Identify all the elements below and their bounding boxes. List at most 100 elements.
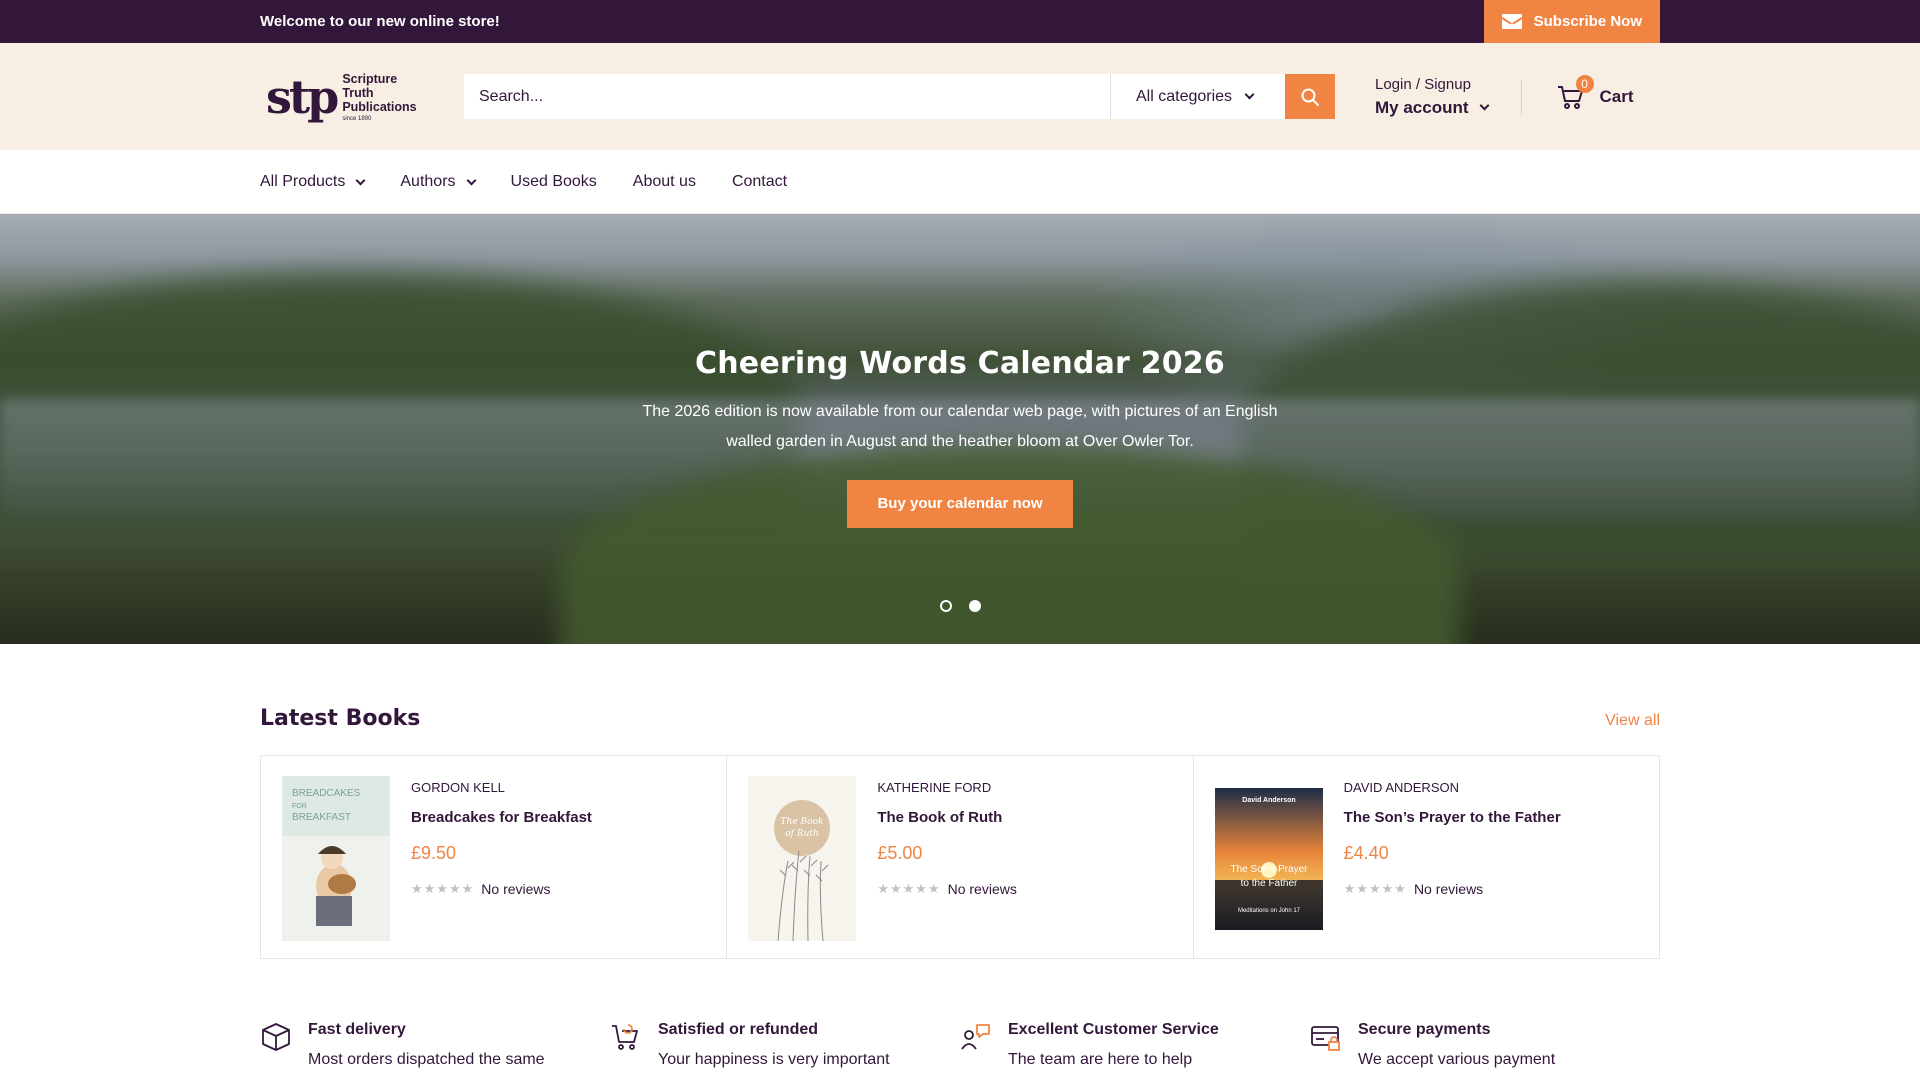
feature-content: Excellent Customer Service The team are …: [1008, 1021, 1219, 1069]
product-info: DAVID ANDERSON The Son’s Prayer to the F…: [1344, 776, 1561, 938]
star-rating-icon: ★★★★★: [877, 881, 941, 896]
product-rating: ★★★★★ No reviews: [1344, 881, 1561, 897]
product-image[interactable]: The Book of Ruth: [747, 776, 857, 941]
feature-content: Satisfied or refunded Your happiness is …: [658, 1021, 890, 1069]
feature-content: Secure payments We accept various paymen…: [1358, 1021, 1555, 1069]
product-rating: ★★★★★ No reviews: [411, 881, 592, 897]
subscribe-label: Subscribe Now: [1533, 13, 1642, 30]
chevron-down-icon: [355, 175, 366, 185]
my-account-label: My account: [1375, 97, 1469, 117]
nav-item-label: Contact: [731, 173, 788, 190]
product-list: BREADCAKES FOR BREAKFAST GORDON KELL Bre…: [260, 755, 1660, 959]
nav-item-contact[interactable]: Contact: [732, 173, 787, 191]
nav-item-about-us[interactable]: About us: [633, 173, 696, 191]
product-author[interactable]: KATHERINE FORD: [877, 780, 1017, 795]
nav-item-used-books[interactable]: Used Books: [511, 173, 597, 191]
product-rating: ★★★★★ No reviews: [877, 881, 1017, 897]
feature-title: Satisfied or refunded: [658, 1021, 819, 1038]
slide-dot-2[interactable]: [969, 600, 981, 612]
announcement-text: Welcome to our new online store!: [260, 13, 500, 30]
category-select-value: All categories: [1136, 87, 1233, 105]
feature-title: Fast delivery: [308, 1021, 406, 1038]
svg-text:of Ruth: of Ruth: [786, 829, 820, 839]
search-input[interactable]: [464, 74, 1110, 119]
feature-text: We accept various payment: [1358, 1051, 1556, 1068]
svg-text:FOR: FOR: [292, 803, 307, 810]
chevron-down-icon: [466, 175, 476, 185]
view-all-link[interactable]: View all: [1605, 712, 1660, 730]
account-menu: Login / Signup My account: [1375, 76, 1489, 118]
hero-content: Cheering Words Calendar 2026 The 2026 ed…: [0, 346, 1920, 528]
feature-content: Fast delivery Most orders dispatched the…: [308, 1021, 545, 1069]
product-image[interactable]: BREADCAKES FOR BREAKFAST: [281, 776, 391, 941]
product-title[interactable]: The Son’s Prayer to the Father: [1344, 809, 1561, 826]
chevron-down-icon: [1244, 89, 1255, 100]
nav-item-authors[interactable]: Authors: [400, 173, 476, 191]
buy-calendar-button[interactable]: Buy your calendar now: [847, 480, 1073, 528]
product-title[interactable]: Breadcakes for Breakfast: [411, 809, 592, 826]
chevron-down-icon: [1479, 100, 1489, 111]
svg-text:to the Father: to the Father: [1240, 878, 1297, 889]
nav-item-label: About us: [632, 173, 696, 190]
search-button[interactable]: [1285, 74, 1335, 119]
product-title[interactable]: The Book of Ruth: [877, 809, 1017, 826]
slide-dot-1[interactable]: [940, 600, 952, 612]
cart-button[interactable]: 0 Cart: [1556, 74, 1634, 111]
product-price: £4.40: [1343, 843, 1389, 863]
product-author[interactable]: DAVID ANDERSON: [1344, 780, 1561, 795]
reviews-count: No reviews: [1413, 881, 1484, 897]
section-title: Latest Books: [260, 706, 421, 731]
logo-text: Scripture Truth Publications since 1890: [342, 72, 426, 122]
category-select[interactable]: All categories: [1110, 74, 1285, 119]
store-features: Fast delivery Most orders dispatched the…: [260, 1021, 1660, 1069]
cart-count-badge: 0: [1575, 74, 1594, 93]
hero-text: The 2026 edition is now available from o…: [642, 403, 1278, 450]
logo-mark: stp: [266, 69, 339, 124]
search-icon: [1301, 88, 1319, 106]
svg-text:BREADCAKES: BREADCAKES: [292, 788, 361, 799]
nav-item-label: All Products: [260, 173, 346, 190]
my-account-dropdown[interactable]: My account: [1375, 97, 1489, 118]
box-icon: [262, 1023, 290, 1051]
reviews-count: No reviews: [481, 881, 551, 897]
feature-secure-payments: Secure payments We accept various paymen…: [1310, 1021, 1660, 1069]
mail-icon: [1501, 14, 1522, 29]
book-cover-ruth: The Book of Ruth: [748, 776, 857, 941]
product-image[interactable]: David Anderson The Son's Prayer to the F…: [1214, 776, 1324, 941]
site-logo[interactable]: stp Scripture Truth Publications since 1…: [266, 67, 426, 127]
subscribe-button[interactable]: Subscribe Now: [1483, 0, 1660, 43]
feature-title: Excellent Customer Service: [1008, 1021, 1219, 1038]
support-icon: [961, 1024, 990, 1050]
announcement-bar: Welcome to our new online store! Subscri…: [0, 0, 1920, 43]
nav-item-all-products[interactable]: All Products: [260, 173, 366, 191]
slide-dots: [940, 600, 981, 612]
feature-text: The team are here to help: [1008, 1051, 1193, 1068]
search-bar: All categories: [464, 74, 1335, 119]
product-price: £5.00: [877, 843, 923, 863]
main-nav: All Products Authors Used Books About us…: [0, 150, 1920, 214]
book-cover-sons-prayer: David Anderson The Son's Prayer to the F…: [1214, 787, 1323, 930]
svg-text:BREAKFAST: BREAKFAST: [292, 812, 351, 823]
reviews-count: No reviews: [947, 881, 1017, 897]
feature-refund: Satisfied or refunded Your happiness is …: [610, 1021, 960, 1069]
logo-line-3: since 1890: [342, 115, 372, 122]
product-info: KATHERINE FORD The Book of Ruth £5.00 ★★…: [877, 776, 1017, 938]
book-cover-breadcakes: BREADCAKES FOR BREAKFAST: [282, 776, 390, 941]
login-signup-link[interactable]: Login / Signup: [1375, 76, 1488, 93]
nav-item-label: Used Books: [510, 173, 597, 190]
site-header: stp Scripture Truth Publications since 1…: [0, 43, 1920, 150]
product-author[interactable]: GORDON KELL: [411, 780, 592, 795]
star-rating-icon: ★★★★★: [411, 881, 475, 896]
product-card[interactable]: David Anderson The Son's Prayer to the F…: [1194, 756, 1659, 958]
product-card[interactable]: BREADCAKES FOR BREAKFAST GORDON KELL Bre…: [261, 756, 728, 958]
cart-return-icon: [612, 1024, 638, 1050]
feature-text: Your happiness is very important: [658, 1051, 890, 1068]
secure-payment-icon: [1311, 1026, 1340, 1051]
star-rating-icon: ★★★★★: [1343, 881, 1407, 896]
product-info: GORDON KELL Breadcakes for Breakfast £9.…: [411, 776, 592, 938]
logo-line-1: Scripture Truth: [342, 71, 398, 100]
hero-title: Cheering Words Calendar 2026: [695, 346, 1225, 381]
svg-text:The Son's Prayer: The Son's Prayer: [1230, 864, 1308, 875]
product-card[interactable]: The Book of Ruth KATHERINE FORD The Book…: [727, 756, 1194, 958]
logo-line-2: Publications: [342, 99, 417, 114]
